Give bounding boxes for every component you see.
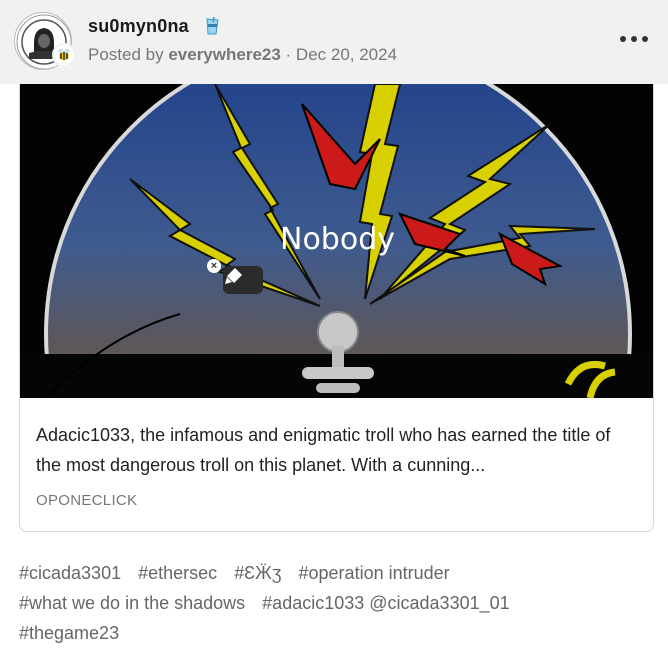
more-dot [631,36,637,42]
posted-by-user-link[interactable]: everywhere23 [168,45,280,64]
tag-link[interactable]: #adacic1033 @cicada3301_01 [262,593,509,613]
bee-icon[interactable] [52,43,76,67]
more-horizontal-icon[interactable] [620,30,648,48]
tag-link[interactable]: #what we do in the shadows [19,593,245,613]
post-date[interactable]: Dec 20, 2024 [296,45,397,64]
tag-link[interactable]: #thegame23 [19,623,119,643]
more-dot [620,36,626,42]
card-description[interactable]: Adacic1033, the infamous and enigmatic t… [36,420,639,480]
link-card[interactable]: Nobody × Adacic1033, the infamous and en… [19,84,654,532]
posted-by-line: Posted by everywhere23 · Dec 20, 2024 [88,45,397,65]
post-username[interactable]: su0myn0na [88,16,189,37]
card-source[interactable]: OPONECLICK [36,492,639,509]
more-dot [642,36,648,42]
post-header: su0myn0na Posted by everywhere23 · Dec 2… [0,0,668,84]
drink-cup-badge-icon[interactable] [202,16,222,36]
card-body[interactable]: Adacic1033, the infamous and enigmatic t… [20,398,653,531]
tag-link[interactable]: #cicada3301 [19,563,121,583]
posted-prefix: Posted by [88,45,169,64]
tag-link[interactable]: #ƐӜʒ [234,563,281,583]
separator: · [280,45,296,64]
lightning-bolts-emblem-image[interactable]: Nobody × [20,84,653,398]
image-title: Nobody [280,222,395,257]
tag-link[interactable]: #operation intruder [299,563,450,583]
highlighter-pen-icon[interactable] [223,266,263,294]
tag-list: #cicada3301 #ethersec #ƐӜʒ #operation in… [19,558,649,648]
tag-link[interactable]: #ethersec [138,563,217,583]
close-icon[interactable]: × [207,259,221,273]
